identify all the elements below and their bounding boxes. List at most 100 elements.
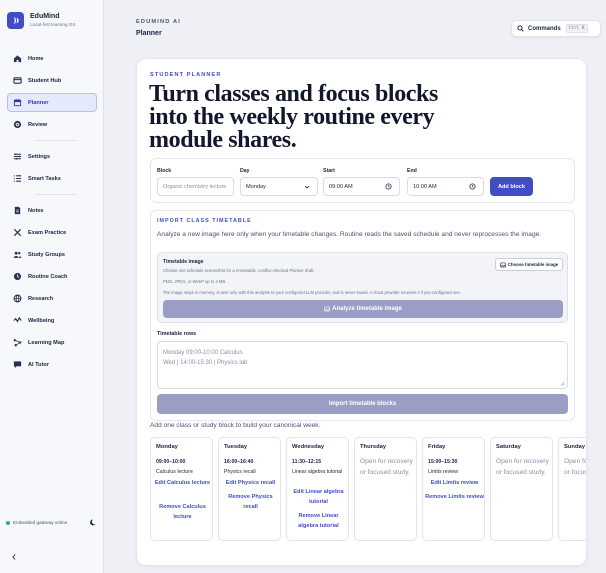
sidebar-item-label: Notes (28, 207, 44, 214)
clock-icon[interactable] (468, 182, 477, 191)
import-timetable-blocks-button[interactable]: Import timetable blocks (157, 394, 568, 414)
search-icon (517, 25, 524, 32)
page-title: Planner (136, 30, 162, 37)
sidebar-item-learning-map[interactable]: Learning Map (7, 333, 97, 352)
tasks-icon (13, 174, 22, 183)
collapse-sidebar-button[interactable] (9, 552, 18, 561)
settings-icon (13, 152, 22, 161)
sidebar-item-smart-tasks[interactable]: Smart Tasks (7, 169, 97, 188)
day-name: Saturday (496, 444, 521, 450)
remove-block-button[interactable]: Remove Calculus lecture (153, 502, 212, 522)
day-name: Thursday (360, 444, 387, 450)
day-select[interactable]: Monday (240, 177, 318, 196)
add-block-button[interactable]: Add block (490, 177, 533, 196)
start-time-value: 09:00 AM (329, 183, 353, 190)
edit-block-button[interactable]: Edit Calculus lecture (153, 478, 212, 488)
sidebar-nav: Home Student Hub Planner Review Settings… (7, 49, 97, 374)
hero-headline: Turn classes and focus blocks into the w… (149, 81, 438, 153)
sidebar-item-wellbeing[interactable]: Wellbeing (7, 311, 97, 330)
remove-block-button[interactable]: Remove Linear algebra tutorial (289, 511, 348, 531)
analyze-label: Analyze timetable image (332, 306, 402, 312)
hero-eyebrow: STUDENT PLANNER (150, 72, 222, 78)
block-title: Limits review (428, 469, 458, 475)
chevron-down-icon (302, 182, 311, 191)
block-input[interactable]: Organic chemistry lecture (157, 177, 234, 196)
end-time-input[interactable]: 10:00 AM (407, 177, 484, 196)
block-time: 16:00–16:40 (224, 459, 254, 465)
review-icon (13, 120, 22, 129)
import-description: Analyze a new image here only when your … (157, 231, 542, 238)
choose-timetable-image-button[interactable]: Choose timetable image (495, 258, 563, 271)
sidebar-item-research[interactable]: Research (7, 289, 97, 308)
sidebar-item-ai-tutor[interactable]: AI Tutor (7, 355, 97, 374)
sidebar-item-label: Routine Coach (28, 273, 68, 280)
theme-toggle-moon-icon[interactable] (89, 519, 96, 526)
remove-block-button[interactable]: Remove Physics recall (221, 492, 280, 512)
resize-grip-icon[interactable] (560, 381, 565, 386)
edit-block-button[interactable]: Edit Limits review (425, 478, 484, 488)
week-hint: Add one class or study block to build yo… (150, 422, 321, 429)
day-card-thursday: Thursday Open for recovery or focused st… (354, 437, 417, 541)
sidebar-item-student-hub[interactable]: Student Hub (7, 71, 97, 90)
notes-icon (13, 206, 22, 215)
timetable-rows-label: Timetable rows (157, 331, 197, 337)
week-grid: Monday 09:00–10:00 Calculus lecture Edit… (150, 437, 587, 541)
map-icon (13, 338, 22, 347)
nav-divider (35, 140, 77, 141)
sidebar-item-label: Home (28, 55, 44, 62)
start-label: Start (323, 168, 335, 174)
sidebar-item-routine-coach[interactable]: Routine Coach (7, 267, 97, 286)
choose-image-label: Choose timetable image (507, 262, 559, 267)
block-title: Physics recall (224, 469, 256, 475)
day-name: Sunday (564, 444, 585, 450)
sidebar-item-planner[interactable]: Planner (7, 93, 97, 112)
edit-block-button[interactable]: Edit Linear algebra tutorial (289, 487, 348, 507)
sidebar-item-home[interactable]: Home (7, 49, 97, 68)
block-label: Block (157, 168, 172, 174)
wellbeing-icon (13, 316, 22, 325)
sidebar-item-label: Exam Practice (28, 229, 67, 236)
end-label: End (407, 168, 417, 174)
block-time: 15:00–15:30 (428, 459, 458, 465)
day-card-sunday: Sunday Open for recovery or focused stud… (558, 437, 587, 541)
exam-icon (13, 228, 22, 237)
import-title: IMPORT CLASS TIMETABLE (157, 218, 252, 224)
timetable-rows-textarea[interactable]: Monday 09:00-10:00 Calculus Wed | 14:00-… (157, 341, 568, 389)
day-select-value: Monday (246, 183, 266, 190)
textarea-placeholder-line: Monday 09:00-10:00 Calculus (163, 350, 243, 356)
sidebar-item-label: Wellbeing (28, 317, 55, 324)
start-time-input[interactable]: 09:00 AM (323, 177, 400, 196)
textarea-placeholder-line: Wed | 14:00-15:30 | Physics lab (163, 360, 248, 366)
sidebar-item-notes[interactable]: Notes (7, 201, 97, 220)
gateway-status-label: Embedded gateway online (13, 520, 68, 525)
block-title: Calculus lecture (156, 469, 193, 475)
edit-block-button[interactable]: Edit Physics recall (221, 478, 280, 488)
home-icon (13, 54, 22, 63)
sidebar-item-label: Review (28, 121, 48, 128)
day-card-monday: Monday 09:00–10:00 Calculus lecture Edit… (150, 437, 213, 541)
analyze-timetable-button[interactable]: Analyze timetable image (163, 300, 563, 318)
commands-button[interactable]: Commands Ctrl K (511, 20, 601, 37)
empty-day-note: Open for recovery or focused study. (564, 458, 587, 476)
brand-subtitle: Local-first learning OS (30, 22, 76, 27)
sidebar-item-exam-practice[interactable]: Exam Practice (7, 223, 97, 242)
sidebar-item-label: Settings (28, 153, 51, 160)
sidebar-item-settings[interactable]: Settings (7, 147, 97, 166)
brand: EduMind Local-first learning OS (7, 12, 75, 29)
sidebar-item-review[interactable]: Review (7, 115, 97, 134)
block-time: 11:30–12:15 (292, 459, 322, 465)
calendar-icon (13, 98, 22, 107)
chevron-left-icon (11, 553, 17, 560)
day-card-saturday: Saturday Open for recovery or focused st… (490, 437, 553, 541)
day-card-friday: Friday 15:00–15:30 Limits review Edit Li… (422, 437, 485, 541)
remove-block-button[interactable]: Remove Limits review (425, 492, 484, 502)
day-label: Day (240, 168, 250, 174)
block-time: 09:00–10:00 (156, 459, 186, 465)
brand-logo-icon (7, 12, 24, 29)
clock-icon[interactable] (384, 182, 393, 191)
empty-day-note: Open for recovery or focused study. (360, 458, 413, 476)
upload-privacy-note: The image stays in memory, is sent only … (163, 290, 461, 295)
sidebar-item-study-groups[interactable]: Study Groups (7, 245, 97, 264)
clock-icon (13, 272, 22, 281)
sidebar-item-label: Student Hub (28, 77, 62, 84)
